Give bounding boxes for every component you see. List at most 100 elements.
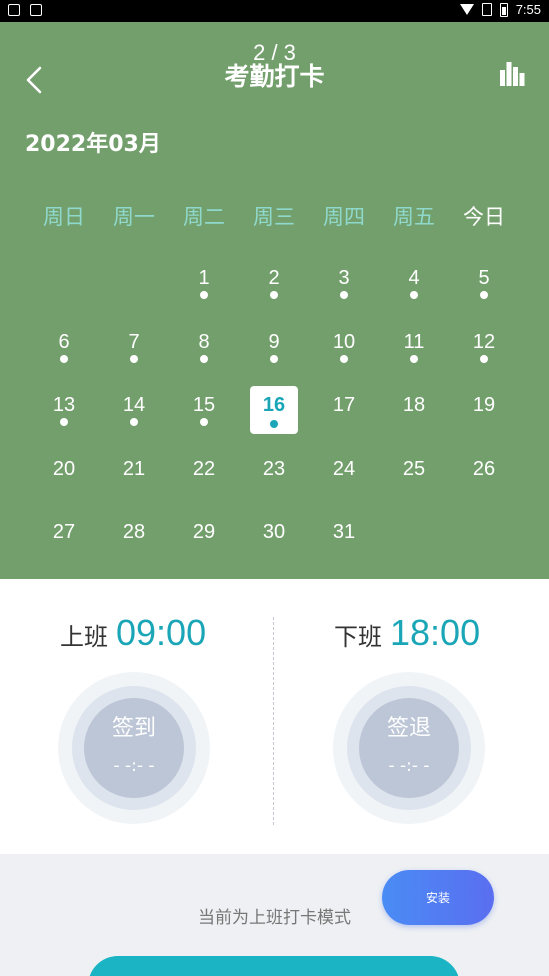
- calendar-day-number: 16: [262, 394, 286, 416]
- calendar-day-number: 26: [472, 457, 496, 480]
- calendar-day-number: 7: [128, 330, 140, 353]
- wifi-icon: [459, 4, 474, 15]
- calendar-day[interactable]: 3: [309, 259, 379, 323]
- calendar-day[interactable]: 9: [239, 323, 309, 387]
- calendar-day[interactable]: 30: [239, 513, 309, 577]
- checkout-button[interactable]: 签退 - -:- -: [359, 698, 459, 798]
- attendance-dot: [200, 354, 208, 363]
- calendar-day-number: 21: [122, 457, 146, 480]
- calendar-day-number: 31: [332, 521, 356, 543]
- calendar-day-number: 1: [198, 267, 210, 289]
- calendar-day-number: 5: [478, 267, 490, 289]
- calendar-day[interactable]: 15: [169, 386, 239, 450]
- calendar-day[interactable]: 1: [169, 259, 239, 323]
- calendar-grid: 1 2 3 4 5 6 7 8 9 10 11 12 13 14 15 16 17 18 19 20 21 22 23 24 2…: [29, 259, 519, 577]
- calendar-day[interactable]: 4: [379, 259, 449, 323]
- calendar-day[interactable]: 2: [239, 259, 309, 323]
- calendar-day-number: 17: [332, 394, 356, 416]
- battery-icon: [499, 2, 508, 17]
- calendar-week-row: 20 21 22 23 24 25 26: [29, 450, 519, 514]
- calendar-day-number: 3: [338, 267, 350, 289]
- attendance-dot: [60, 354, 68, 363]
- calendar-day[interactable]: 14: [99, 386, 169, 450]
- calendar-day-number: 9: [268, 330, 280, 353]
- calendar-day[interactable]: 6: [29, 323, 99, 387]
- calendar-week-row: 13 14 15 16 17 18 19: [29, 386, 519, 450]
- checkout-ring: 签退 - -:- -: [333, 672, 485, 824]
- checkout-button-label: 签退: [386, 716, 431, 741]
- install-button[interactable]: 安装: [382, 870, 494, 925]
- checkin-ring-mid: 签到 - -:- -: [72, 686, 196, 810]
- calendar-day-number: 25: [402, 457, 426, 480]
- calendar-day[interactable]: 8: [169, 323, 239, 387]
- calendar-day-number: 28: [122, 521, 146, 543]
- status-time: 7:55: [515, 2, 541, 17]
- calendar-day[interactable]: 5: [449, 259, 519, 323]
- font-notification-icon: [30, 4, 42, 16]
- calendar-day-number: 27: [52, 521, 76, 543]
- calendar-day[interactable]: 24: [309, 450, 379, 514]
- calendar-day-number: 23: [262, 457, 286, 480]
- calendar-day-number: 6: [58, 330, 70, 353]
- calendar-day[interactable]: 22: [169, 450, 239, 514]
- off-duty-time: 18:00: [390, 612, 481, 653]
- weekday-label: 今日: [463, 205, 505, 229]
- calendar-day[interactable]: 26: [449, 450, 519, 514]
- punch-button[interactable]: [88, 956, 460, 976]
- calendar-day[interactable]: 28: [99, 513, 169, 577]
- attendance-dot: [480, 354, 488, 363]
- calendar-day-number: 24: [332, 457, 356, 480]
- status-bar-left: [8, 4, 42, 16]
- weekday-label: 周五: [393, 205, 435, 229]
- calendar-day[interactable]: 17: [309, 386, 379, 450]
- attendance-dot: [410, 354, 418, 363]
- calendar-week-row: 1 2 3 4 5: [29, 259, 519, 323]
- calendar-day[interactable]: 19: [449, 386, 519, 450]
- calendar-day-number: 10: [332, 330, 356, 353]
- attendance-dot: [200, 291, 208, 299]
- attendance-dot: [60, 418, 68, 426]
- calendar-day[interactable]: 29: [169, 513, 239, 577]
- calendar-day-number: 2: [268, 267, 280, 289]
- calendar-empty-cell: [99, 259, 169, 323]
- attendance-dot: [130, 418, 138, 426]
- calendar-day[interactable]: 20: [29, 450, 99, 514]
- calendar-day[interactable]: 27: [29, 513, 99, 577]
- calendar-day-number: 29: [192, 521, 216, 543]
- calendar-day[interactable]: 31: [309, 513, 379, 577]
- bar-chart-icon: [500, 62, 525, 86]
- calendar-day[interactable]: 23: [239, 450, 309, 514]
- checkin-button-label: 签到: [111, 716, 156, 741]
- weekday-label: 周日: [43, 205, 85, 229]
- calendar-day[interactable]: 18: [379, 386, 449, 450]
- calendar-day[interactable]: 12: [449, 323, 519, 387]
- calendar-day-number: 20: [52, 457, 76, 480]
- calendar-empty-cell: [449, 513, 519, 577]
- checkin-button[interactable]: 签到 - -:- -: [84, 698, 184, 798]
- calendar-week-row: 6 7 8 9 10 11 12: [29, 323, 519, 387]
- calendar-day-number: 19: [472, 394, 496, 416]
- calendar-day[interactable]: 11: [379, 323, 449, 387]
- no-sim-icon: [481, 3, 492, 16]
- calendar-empty-cell: [29, 259, 99, 323]
- attendance-dot: [480, 291, 488, 299]
- weekday-label: 周三: [253, 205, 295, 229]
- weekday-label: 周一: [113, 205, 155, 229]
- attendance-dot: [270, 354, 278, 363]
- checkin-card: 上班 09:00 下班 18:00 签到 - -:- - 签退 - -:- -: [0, 579, 549, 854]
- calendar-day[interactable]: 25: [379, 450, 449, 514]
- statistics-button[interactable]: [499, 62, 525, 86]
- calendar-header-panel: 2 / 3 考勤打卡 2022年03月 周日 周一 周二 周三 周四 周五 今日 12345…: [0, 22, 549, 579]
- weekday-header: 周日 周一 周二 周三 周四 周五 今日: [29, 202, 519, 232]
- weekday-label: 周四: [323, 205, 365, 229]
- attendance-dot: [270, 291, 278, 299]
- calendar-day[interactable]: 21: [99, 450, 169, 514]
- calendar-day-number: 4: [408, 267, 420, 289]
- calendar-day-number: 15: [192, 394, 216, 416]
- calendar-day[interactable]: 7: [99, 323, 169, 387]
- calendar-day[interactable]: 10: [309, 323, 379, 387]
- calendar-day-selected[interactable]: 16: [239, 386, 309, 450]
- calendar-day-number: 11: [403, 330, 425, 353]
- calendar-day[interactable]: 13: [29, 386, 99, 450]
- calendar-week-row: 27 28 29 30 31: [29, 513, 519, 577]
